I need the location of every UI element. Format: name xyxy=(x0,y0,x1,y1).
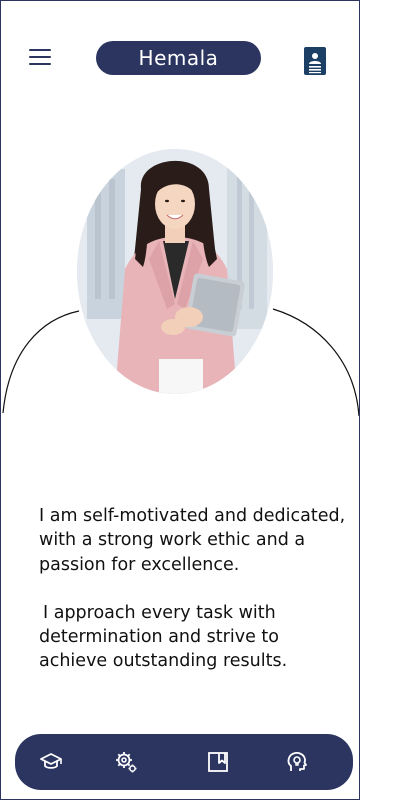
about-paragraph-2: I approach every task with determination… xyxy=(39,602,288,672)
hamburger-menu-icon xyxy=(29,49,51,51)
app-title: Hemala xyxy=(96,41,261,75)
lightbulb-head-icon xyxy=(287,752,307,771)
bookmark-book-icon xyxy=(208,752,228,772)
profile-photo xyxy=(77,149,273,394)
about-paragraph-1: I am self-motivated and dedicated, with … xyxy=(39,506,346,575)
nav-portfolio[interactable] xyxy=(206,750,230,774)
gear-skills-icon xyxy=(116,752,137,773)
decorative-arc xyxy=(2,308,359,417)
graduation-cap-icon xyxy=(40,753,62,769)
menu-button[interactable] xyxy=(29,49,51,65)
app-screen: Hemala I am self-motivated and dedicated… xyxy=(0,0,360,800)
bottom-nav-bar xyxy=(15,734,353,790)
nav-education[interactable] xyxy=(39,750,63,774)
about-section: I am self-motivated and dedicated, with … xyxy=(39,504,349,674)
profile-button[interactable] xyxy=(304,47,326,75)
nav-ideas[interactable] xyxy=(285,750,309,774)
resume-profile-icon xyxy=(304,47,326,75)
portrait-illustration xyxy=(77,149,273,394)
nav-skills[interactable] xyxy=(114,750,138,774)
